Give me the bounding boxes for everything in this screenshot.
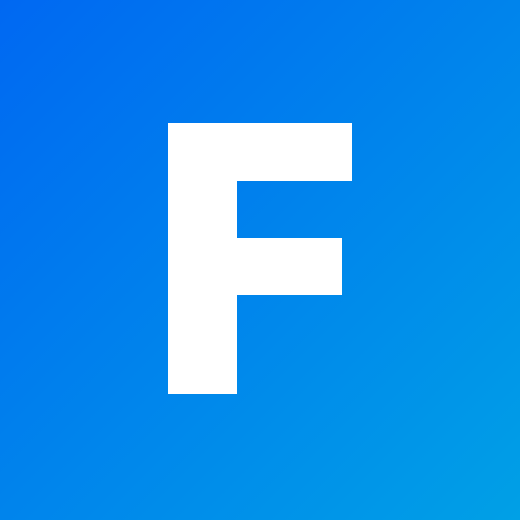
app-icon-tile <box>0 0 520 520</box>
letter-f-shape <box>168 123 352 394</box>
letter-f-logo-icon <box>168 123 352 394</box>
